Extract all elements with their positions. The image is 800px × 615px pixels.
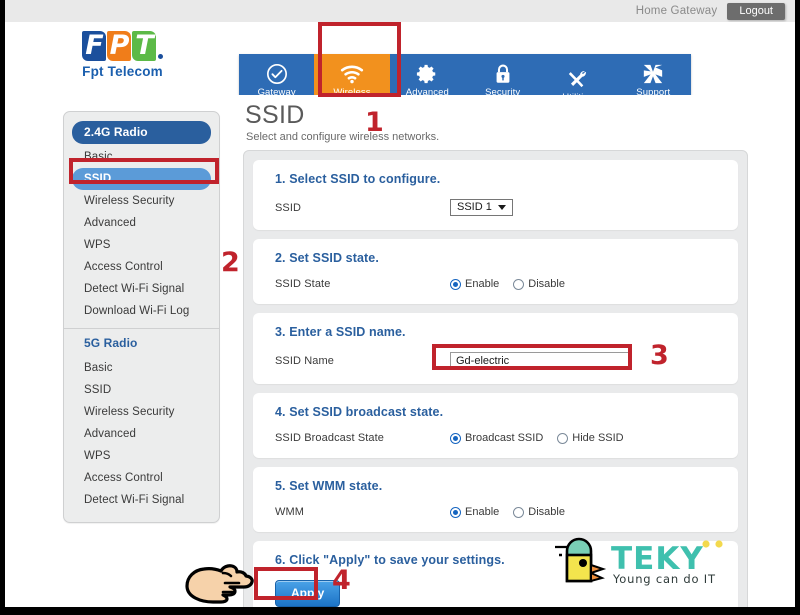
- sidebar-item-24g-detect-wifi[interactable]: Detect Wi-Fi Signal: [72, 278, 211, 300]
- browser-screenshot: Home Gateway Logout F P T Fpt Telecom Ga…: [0, 0, 800, 615]
- card-ssid-broadcast: 4. Set SSID broadcast state. SSID Broadc…: [253, 393, 738, 458]
- fpt-logo-dot: [158, 54, 163, 59]
- teky-watermark-logo: TEKY Young can do IT: [553, 533, 748, 591]
- ssid-state-enable-label: Enable: [465, 278, 500, 290]
- ssid-select-value: SSID 1: [457, 201, 492, 213]
- annotation-number-1: 1: [365, 107, 384, 138]
- card-select-ssid: 1. Select SSID to configure. SSID SSID 1: [253, 160, 738, 230]
- ssid-name-input[interactable]: [450, 352, 630, 370]
- pointing-hand-icon: [181, 556, 261, 607]
- hide-ssid-label: Hide SSID: [572, 432, 624, 444]
- sidebar-item-5g-detect-wifi[interactable]: Detect Wi-Fi Signal: [72, 489, 211, 511]
- wmm-label: WMM: [275, 506, 305, 518]
- radio-icon[interactable]: [513, 278, 525, 290]
- fpt-letter-p: P: [107, 31, 131, 61]
- tools-icon: [567, 67, 589, 91]
- broadcast-ssid-label: Broadcast SSID: [465, 432, 544, 444]
- sidebar-item-24g-advanced[interactable]: Advanced: [72, 212, 211, 234]
- fpt-logo-mark: F P T: [60, 29, 185, 61]
- broadcast-ssid-option[interactable]: Broadcast SSID: [450, 432, 543, 444]
- fpt-letter-t: T: [132, 31, 156, 61]
- sidebar-item-24g-ssid[interactable]: SSID: [72, 168, 211, 190]
- ssid-select-label: SSID: [275, 201, 302, 214]
- radio-icon[interactable]: [450, 432, 461, 444]
- lock-icon: [493, 62, 513, 86]
- page-title: SSID: [245, 101, 305, 129]
- card-1-title: 1. Select SSID to configure.: [275, 172, 441, 186]
- wmm-disable-label: Disable: [528, 506, 565, 518]
- sidebar-item-24g-wireless-security[interactable]: Wireless Security: [72, 190, 211, 212]
- svg-text:Young can do IT: Young can do IT: [612, 572, 716, 586]
- sidebar-item-24g-access-control[interactable]: Access Control: [72, 256, 211, 278]
- card-3-title: 3. Enter a SSID name.: [275, 325, 406, 339]
- hide-ssid-option[interactable]: Hide SSID: [557, 432, 624, 444]
- sidebar-section-5g: 5G Radio: [84, 336, 138, 350]
- wifi-icon: [340, 62, 364, 86]
- sidebar-item-5g-access-control[interactable]: Access Control: [72, 467, 211, 489]
- ssid-state-enable-option[interactable]: Enable: [450, 278, 499, 290]
- wmm-disable-option[interactable]: Disable: [513, 506, 565, 518]
- sidebar-item-5g-advanced[interactable]: Advanced: [72, 423, 211, 445]
- sidebar-item-5g-wps[interactable]: WPS: [72, 445, 211, 467]
- support-icon: [642, 62, 664, 86]
- sidebar-section-24g: 2.4G Radio: [72, 121, 211, 144]
- sidebar-item-24g-wps[interactable]: WPS: [72, 234, 211, 256]
- sidebar-item-5g-basic[interactable]: Basic: [72, 357, 211, 379]
- top-status-bar: Home Gateway Logout: [5, 0, 795, 22]
- chevron-down-icon: [497, 204, 506, 210]
- card-2-title: 2. Set SSID state.: [275, 251, 379, 265]
- radio-icon[interactable]: [450, 278, 461, 290]
- annotation-number-3: 3: [650, 340, 669, 371]
- sidebar-item-5g-wireless-security[interactable]: Wireless Security: [72, 401, 211, 423]
- home-gateway-label: Home Gateway: [635, 5, 718, 17]
- card-ssid-state: 2. Set SSID state. SSID State Enable Dis…: [253, 239, 738, 304]
- page-body: 2.4G Radio Basic SSID Wireless Security …: [5, 95, 795, 607]
- check-circle-icon: [266, 62, 288, 86]
- gear-icon: [416, 62, 438, 86]
- wmm-enable-option[interactable]: Enable: [450, 506, 499, 518]
- fpt-brand-name: Fpt Telecom: [82, 64, 163, 79]
- sidebar-item-5g-ssid[interactable]: SSID: [72, 379, 211, 401]
- card-wmm-state: 5. Set WMM state. WMM Enable Disable: [253, 467, 738, 532]
- annotation-number-2: 2: [221, 247, 240, 278]
- fpt-letter-f: F: [82, 31, 106, 61]
- ssid-state-disable-label: Disable: [528, 278, 565, 290]
- ssid-state-disable-option[interactable]: Disable: [513, 278, 565, 290]
- sidebar-item-24g-download-log[interactable]: Download Wi-Fi Log: [72, 300, 211, 322]
- radio-icon[interactable]: [557, 432, 569, 444]
- ssid-state-label: SSID State: [275, 278, 331, 290]
- sidebar-item-24g-basic[interactable]: Basic: [72, 146, 211, 168]
- ssid-name-label: SSID Name: [275, 355, 334, 367]
- sidebar-divider: [64, 328, 219, 329]
- card-5-title: 5. Set WMM state.: [275, 479, 383, 493]
- logout-button[interactable]: Logout: [727, 2, 785, 20]
- ssid-select-dropdown[interactable]: SSID 1: [450, 199, 513, 216]
- wmm-enable-label: Enable: [465, 506, 500, 518]
- card-4-title: 4. Set SSID broadcast state.: [275, 405, 444, 419]
- ssid-broadcast-label: SSID Broadcast State: [275, 432, 384, 444]
- page-header: F P T Fpt Telecom GatewayStatus: [5, 22, 795, 116]
- annotation-number-4: 4: [332, 565, 351, 596]
- page-subtitle: Select and configure wireless networks.: [246, 131, 440, 143]
- fpt-telecom-logo: F P T Fpt Telecom: [60, 29, 185, 79]
- radio-icon[interactable]: [513, 506, 525, 518]
- radio-icon[interactable]: [450, 506, 461, 518]
- apply-button[interactable]: Apply: [275, 580, 341, 607]
- wireless-sidebar: 2.4G Radio Basic SSID Wireless Security …: [63, 111, 220, 523]
